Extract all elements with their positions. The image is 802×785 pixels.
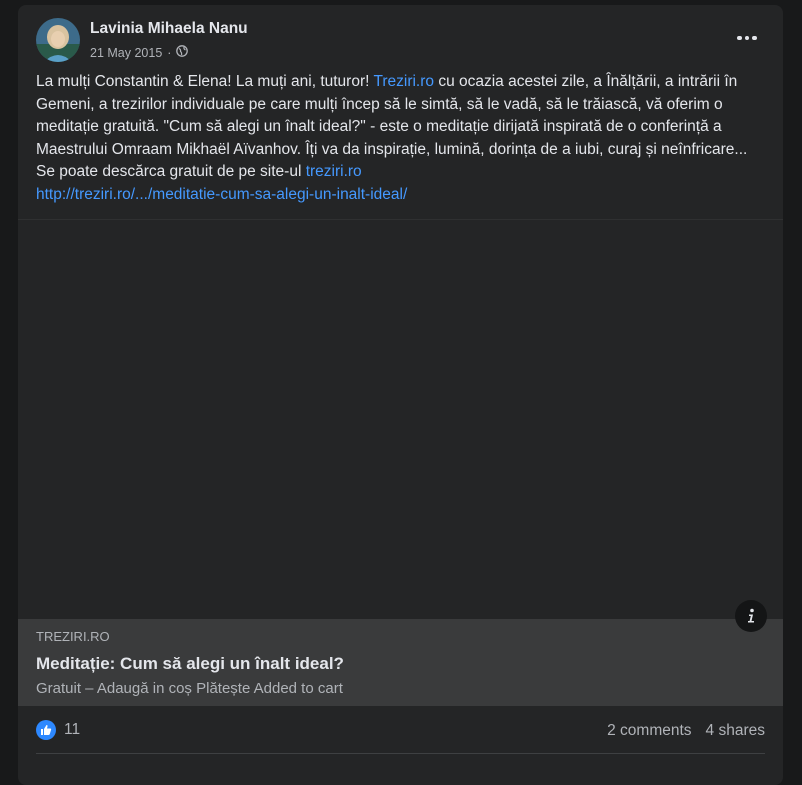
more-options-icon[interactable]: [729, 25, 765, 51]
post-card: Lavinia Mihaela Nanu 21 May 2015 · La mu…: [18, 5, 783, 785]
post-date[interactable]: 21 May 2015: [90, 46, 162, 60]
meditation-url-link[interactable]: http://treziri.ro/.../meditatie-cum-sa-a…: [36, 186, 407, 203]
engagement-counts: 2 comments 4 shares: [607, 722, 765, 740]
reactions[interactable]: 11: [36, 720, 80, 740]
link-preview[interactable]: TREZIRI.RO Meditație: Cum să alegi un în…: [18, 619, 783, 706]
link-preview-domain: TREZIRI.RO: [36, 629, 110, 644]
like-icon: [36, 720, 56, 740]
shares-count[interactable]: 4 shares: [706, 722, 765, 740]
post-header: Lavinia Mihaela Nanu 21 May 2015 ·: [18, 5, 783, 71]
link-preview-title[interactable]: Meditație: Cum să alegi un înalt ideal?: [36, 654, 765, 674]
treziri-link[interactable]: Treziri.ro: [373, 73, 434, 90]
link-media-area[interactable]: [18, 219, 783, 632]
post-text: La mulți Constantin & Elena! La muți ani…: [18, 71, 783, 219]
info-icon[interactable]: [735, 600, 767, 632]
treziri-site-link[interactable]: treziri.ro: [306, 163, 362, 180]
comments-count[interactable]: 2 comments: [607, 722, 691, 740]
meta-separator: ·: [167, 45, 172, 60]
post-stats: 11 2 comments 4 shares: [36, 706, 765, 754]
author-name[interactable]: Lavinia Mihaela Nanu: [90, 20, 248, 38]
post-meta: 21 May 2015 ·: [90, 45, 189, 60]
post-text-part-1: La mulți Constantin & Elena! La muți ani…: [36, 73, 374, 90]
globe-icon: [176, 45, 189, 60]
author-avatar[interactable]: [36, 18, 80, 62]
link-preview-description: Gratuit – Adaugă in coș Plătește Added t…: [36, 680, 343, 697]
reaction-count: 11: [64, 721, 81, 738]
